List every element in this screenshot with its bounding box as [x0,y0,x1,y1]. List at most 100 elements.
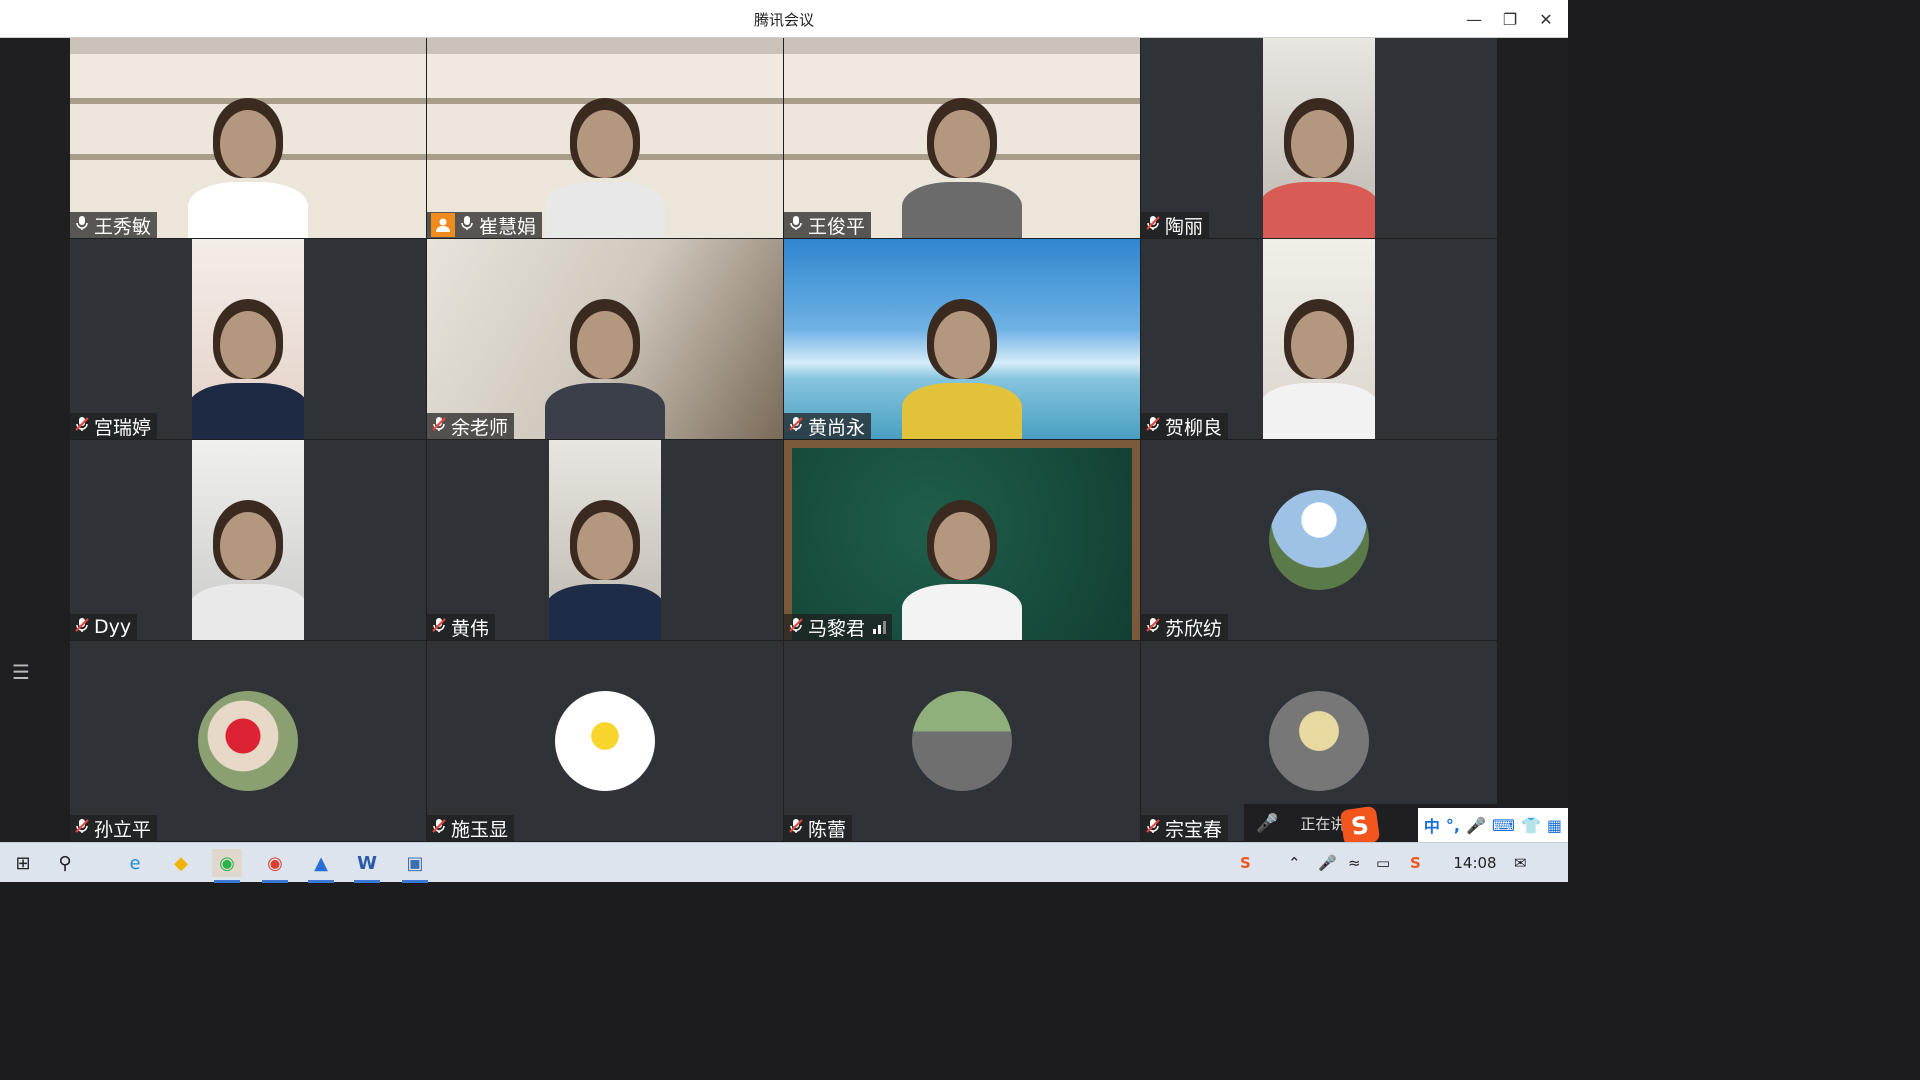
host-icon [431,213,455,237]
participant-video [1263,239,1375,439]
participant-figure [1263,78,1375,238]
participant-name: 黄尚永 [808,416,866,439]
ime-toolbar[interactable]: 中 °, 🎤 ⌨ 👕 ▦ [1417,808,1568,842]
participant-name: 王俊平 [808,215,866,238]
mic-muted-icon [431,817,451,839]
name-tag: 陈蕾 [784,815,853,841]
participant-video [70,38,426,238]
restore-icon[interactable]: ❐ [1492,4,1528,34]
wifi-icon[interactable]: ≈ [1348,849,1361,877]
participant-tile[interactable]: 苏欣纺 [1141,440,1497,640]
chrome-icon[interactable]: ◉ [260,849,290,883]
word-icon[interactable]: W [352,849,382,883]
name-tag: 贺柳良 [1141,413,1229,439]
participant-tile[interactable]: 陈蕾 [784,641,1140,841]
name-tag: 黄伟 [427,614,496,640]
mic-muted-icon [788,415,808,437]
mic-muted-icon [431,616,451,638]
sogou-ime-icon[interactable]: S [1339,805,1381,847]
norton-icon[interactable]: ◆ [166,849,196,877]
participant-tile[interactable]: Dyy [70,440,426,640]
name-tag: 崔慧娟 [427,212,543,238]
name-tag: 宗宝春 [1141,815,1229,841]
participant-name: 苏欣纺 [1165,617,1223,640]
battery-icon[interactable]: ▭ [1376,849,1390,877]
participant-name: 余老师 [451,416,509,439]
speaking-mic-icon: 🎤 [1256,812,1279,834]
participant-figure [549,480,661,640]
participant-tile[interactable]: 王秀敏 [70,38,426,238]
participant-figure [178,78,318,238]
avatar [555,691,655,791]
name-tag: 余老师 [427,413,515,439]
clock[interactable]: 14:08 [1452,849,1498,877]
participant-name: 宗宝春 [1165,818,1223,841]
windows-start-icon[interactable]: ⊞ [8,849,38,877]
participant-tile[interactable]: 施玉显 [427,641,783,841]
video-grid: 王秀敏 崔慧娟 王俊平 陶丽宫瑞婷 余老师 黄尚永 贺柳良 Dyy 黄伟 马黎君 苏欣纺孙立平 施玉显… [70,38,1498,842]
tray-overflow-icon[interactable]: ⌃ [1288,849,1301,877]
signal-bar [883,621,887,634]
name-tag: 黄尚永 [784,413,872,439]
participant-tile[interactable]: 黄尚永 [784,239,1140,439]
participant-tile[interactable]: 宫瑞婷 [70,239,426,439]
participant-video [427,239,783,439]
mic-muted-icon [1145,817,1165,839]
member-list-icon[interactable]: ☰ [12,660,34,684]
edge-icon[interactable]: e [120,849,150,877]
name-tag: 宫瑞婷 [70,413,158,439]
tencent-meeting-icon[interactable]: ▲ [306,849,336,883]
mic-muted-icon [1145,616,1165,638]
participant-figure [192,279,304,439]
participant-video [784,440,1140,640]
signal-bar [873,629,877,634]
mic-muted-icon [788,616,808,638]
search-icon[interactable]: ⚲ [50,849,80,877]
wechat-icon[interactable]: ◉ [212,849,242,883]
mic-muted-icon [431,415,451,437]
ime-toolbox-icon[interactable]: ▦ [1547,816,1562,835]
mic-muted-icon [74,616,94,638]
participant-video [192,440,304,640]
sogou-tray-icon[interactable]: S [1240,849,1251,877]
participant-name: 贺柳良 [1165,416,1223,439]
microphone-tray-icon[interactable]: 🎤 [1318,849,1337,877]
participant-figure [192,480,304,640]
participant-tile[interactable]: 马黎君 [784,440,1140,640]
window-title: 腾讯会议 [753,11,814,29]
ime-skin-icon[interactable]: 👕 [1521,816,1541,835]
participant-figure [892,279,1032,439]
remote-desktop-icon[interactable]: ▣ [400,849,430,883]
ime-punct[interactable]: °, [1446,816,1460,835]
participant-figure [892,480,1032,640]
participant-tile[interactable]: 崔慧娟 [427,38,783,238]
participant-tile[interactable]: 王俊平 [784,38,1140,238]
participant-name: 宫瑞婷 [94,416,152,439]
mic-muted-icon [74,817,94,839]
participant-video [1263,38,1375,238]
taskbar: ⊞ ⚲ e ◆ ◉ ◉ ▲ W ▣ S ⌃ 🎤 ≈ ▭ S 14:08 ✉ [0,842,1568,883]
minimize-icon[interactable]: — [1456,4,1492,34]
ime-voice-icon[interactable]: 🎤 [1466,816,1486,835]
name-tag: 孙立平 [70,815,158,841]
participant-tile[interactable]: 陶丽 [1141,38,1497,238]
name-tag: 马黎君 [784,614,893,640]
ime-mode[interactable]: 中 [1424,813,1440,837]
mic-muted-icon [788,817,808,839]
participant-name: 崔慧娟 [479,215,537,238]
participant-name: Dyy [94,616,132,638]
participant-video [784,239,1140,439]
notification-icon[interactable]: ✉ [1514,849,1527,877]
participant-tile[interactable]: 余老师 [427,239,783,439]
mic-muted-icon [1145,415,1165,437]
participant-tile[interactable]: 孙立平 [70,641,426,841]
participant-tile[interactable]: 贺柳良 [1141,239,1497,439]
participant-figure [535,279,675,439]
close-icon[interactable]: ✕ [1528,4,1564,34]
mic-icon [74,214,94,236]
sogou-tray-icon-2[interactable]: S [1410,849,1421,877]
avatar [1269,490,1369,590]
ime-keyboard-icon[interactable]: ⌨ [1492,816,1515,835]
participant-tile[interactable]: 黄伟 [427,440,783,640]
participant-name: 黄伟 [451,617,490,640]
